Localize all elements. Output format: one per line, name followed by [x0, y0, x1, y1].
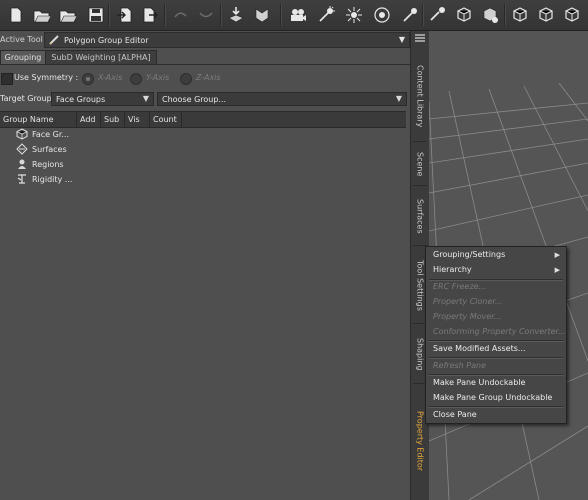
chevron-down-icon: ▼	[142, 94, 149, 103]
menu-item-erc-freeze: ERC Freeze...	[433, 282, 487, 291]
menu-item-conforming-property-converter: Conforming Property Converter...	[433, 327, 566, 336]
active-tool-value: Polygon Group Editor	[64, 35, 149, 45]
side-tab-scene[interactable]: Scene	[411, 145, 429, 183]
target-group-select[interactable]: Face Groups ▼	[51, 92, 154, 106]
tree-item-label: Surfaces	[32, 144, 67, 154]
active-tool-label: Active Tool :	[0, 35, 49, 44]
spotlight-icon[interactable]	[316, 5, 336, 25]
submenu-arrow-icon: ▶	[554, 251, 560, 259]
camera-icon[interactable]	[288, 5, 308, 25]
undo-icon[interactable]	[170, 5, 190, 25]
x-axis-radio[interactable]	[82, 73, 94, 85]
menu-item-hierarchy[interactable]: Hierarchy	[433, 263, 472, 277]
side-tab-surfaces[interactable]: Surfaces	[411, 189, 429, 243]
pane-context-menu: Grouping/Settings ▶ Hierarchy ▶ ERC Free…	[425, 246, 567, 424]
tree-item-regions[interactable]: Regions	[16, 157, 64, 171]
menu-item-property-mover: Property Mover...	[433, 312, 502, 321]
submenu-arrow-icon: ▶	[554, 266, 560, 274]
tree-item-rigidity[interactable]: Rigidity ...	[16, 172, 72, 186]
tree-item-label: Regions	[32, 159, 64, 169]
x-axis-label: X-Axis	[98, 73, 123, 82]
cube-3-icon[interactable]	[510, 5, 530, 25]
open-folder-icon[interactable]	[32, 5, 52, 25]
col-add[interactable]: Add	[77, 112, 101, 127]
menu-item-grouping-settings[interactable]: Grouping/Settings	[433, 248, 505, 262]
target-group-row: Target Group : Face Groups ▼ Choose Grou…	[0, 92, 410, 108]
menu-item-make-pane-undockable[interactable]: Make Pane Undockable	[433, 376, 525, 390]
cube-2-icon[interactable]	[480, 5, 500, 25]
cube-icon[interactable]	[454, 5, 474, 25]
active-tool-select[interactable]: Polygon Group Editor ▼	[44, 32, 410, 48]
tree-item-surfaces[interactable]: Surfaces	[16, 142, 67, 156]
z-axis-label: Z-Axis	[196, 73, 221, 82]
target-group-label: Target Group :	[0, 94, 57, 103]
save-icon[interactable]	[86, 5, 106, 25]
tree-item-label: Rigidity ...	[32, 174, 73, 184]
tree-item-label: Face Gr...	[32, 129, 70, 139]
surfaces-icon	[16, 143, 28, 155]
tree-item-face-groups[interactable]: Face Gr...	[16, 127, 69, 141]
choose-group-select[interactable]: Choose Group... ▼	[157, 92, 407, 106]
col-sub[interactable]: Sub	[101, 112, 125, 127]
polygon-group-editor-icon	[49, 35, 59, 45]
menu-item-close-pane[interactable]: Close Pane	[433, 408, 477, 422]
rigidity-icon	[16, 173, 28, 185]
chevron-down-icon: ▼	[398, 35, 405, 44]
menu-item-property-cloner: Property Cloner...	[433, 297, 503, 306]
import-icon[interactable]	[114, 5, 134, 25]
face-groups-icon	[16, 128, 28, 140]
col-count[interactable]: Count	[150, 112, 182, 127]
regions-icon	[16, 158, 28, 170]
choose-group-value: Choose Group...	[162, 94, 227, 104]
menu-item-save-modified-assets[interactable]: Save Modified Assets...	[433, 342, 526, 356]
y-axis-label: Y-Axis	[146, 73, 170, 82]
pane-menu-icon[interactable]	[415, 34, 425, 42]
distant-light-icon[interactable]	[372, 5, 392, 25]
new-file-icon[interactable]	[6, 5, 26, 25]
target-group-value: Face Groups	[56, 94, 106, 104]
use-symmetry-checkbox[interactable]	[1, 73, 13, 85]
main-toolbar	[0, 0, 588, 31]
export-icon[interactable]	[140, 5, 160, 25]
tab-grouping[interactable]: Grouping	[0, 50, 46, 65]
redo-icon[interactable]	[196, 5, 216, 25]
drop-figure-2-icon[interactable]	[252, 5, 272, 25]
z-axis-radio[interactable]	[180, 73, 192, 85]
cube-4-icon[interactable]	[536, 5, 556, 25]
col-group-name[interactable]: Group Name	[0, 112, 77, 127]
drop-figure-icon[interactable]	[226, 5, 246, 25]
menu-item-refresh-pane: Refresh Pane	[433, 361, 487, 370]
cube-5-icon[interactable]	[562, 5, 582, 25]
menu-item-make-pane-group-undockable[interactable]: Make Pane Group Undockable	[433, 391, 552, 405]
y-axis-radio[interactable]	[130, 73, 142, 85]
point-light-icon[interactable]	[344, 5, 364, 25]
col-vis[interactable]: Vis	[125, 112, 150, 127]
spot-light-2-icon[interactable]	[400, 5, 420, 25]
side-tab-content-library[interactable]: Content Library	[411, 53, 429, 139]
symmetry-row: Use Symmetry : X-Axis Y-Axis Z-Axis	[0, 71, 410, 85]
chevron-down-icon: ▼	[395, 94, 402, 103]
tool-settings-pane: Active Tool : Polygon Group Editor ▼ Gro…	[0, 31, 410, 500]
sun-icon[interactable]	[428, 5, 448, 25]
use-symmetry-label: Use Symmetry :	[14, 73, 79, 82]
tab-subd-weighting[interactable]: SubD Weighting [ALPHA]	[45, 50, 157, 65]
group-table-header: Group Name Add Sub Vis Count	[0, 111, 406, 128]
open-folder-2-icon[interactable]	[58, 5, 78, 25]
